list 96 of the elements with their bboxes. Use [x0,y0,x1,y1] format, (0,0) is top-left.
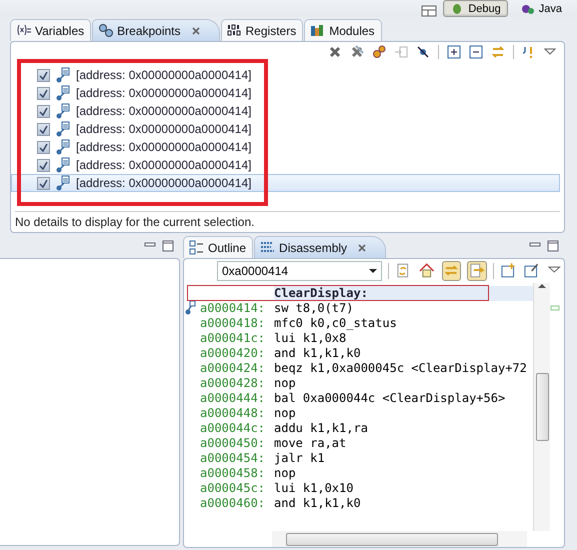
breakpoint-item[interactable]: [address: 0x00000000a0000414] [15,120,560,138]
perspective-button[interactable]: Java [514,0,569,17]
checkbox[interactable] [37,122,50,136]
perspective-button[interactable]: Debug [443,0,508,17]
disassembly-icon [260,240,276,255]
address-text: a0000420: [200,346,266,361]
breakpoint-label: [address: 0x00000000a0000414] [76,68,252,82]
maximize-icon[interactable] [547,240,559,252]
breakpoint-item[interactable]: [address: 0x00000000a0000414] [15,84,560,102]
instruction-text: nop [274,406,296,421]
view-tab[interactable]: Registers [220,19,304,41]
collapse-all-icon[interactable] [469,45,483,59]
sync-icon[interactable] [467,261,487,281]
horizontal-scrollbar[interactable] [272,531,527,547]
view-tab[interactable]: Disassembly [254,236,386,258]
pin-icon[interactable] [523,262,541,280]
checkbox[interactable] [37,68,50,82]
scroll-thumb[interactable] [286,532,498,546]
java-icon [520,3,535,15]
registers-icon [226,23,242,38]
breakpoint-label: [address: 0x00000000a0000414] [76,104,252,118]
breakpoint-label: [address: 0x00000000a0000414] [76,176,252,190]
address-text: a0000460: [200,496,266,511]
checkbox[interactable] [37,104,50,118]
skip-icon[interactable] [416,45,430,59]
scroll-up-icon[interactable] [538,283,546,289]
breakpoint-label: [address: 0x00000000a0000414] [76,122,252,136]
address-text: a0000454: [200,451,266,466]
instruction-text: move ra,at [274,436,346,451]
remove-all-icon[interactable] [350,45,364,59]
checkbox[interactable] [37,176,50,190]
view-tab[interactable]: Variables [10,19,92,41]
link-icon[interactable] [442,261,462,281]
address-breakpoint-icon [55,121,71,137]
breakpoint-label: [address: 0x00000000a0000414] [76,158,252,172]
function-label: ClearDisplay: [274,286,533,301]
address-breakpoint-icon [55,67,71,83]
checkbox[interactable] [37,158,50,172]
breakpoint-item[interactable]: [address: 0x00000000a0000414] [15,156,560,174]
address-text: a000044c: [200,421,266,436]
instruction-text: lui k1,0x8 [274,331,346,346]
breakpoint-item[interactable]: [address: 0x00000000a0000414] [15,102,560,120]
details-text: No details to display for the current selection. [14,214,256,231]
address-text: a0000418: [200,316,266,331]
home-icon[interactable] [418,262,436,280]
address-breakpoint-icon [55,139,71,155]
new-view-icon[interactable] [500,262,518,280]
instruction-text: nop [274,466,296,481]
instruction-text: beqz k1,0xa000045c <ClearDisplay+72 [274,361,527,376]
vertical-scrollbar[interactable] [533,283,550,531]
address-text: a0000448: [200,406,266,421]
address-breakpoint-icon [55,175,71,191]
expand-all-icon[interactable] [447,45,461,59]
instruction-text: jalr k1 [274,451,325,466]
checkbox[interactable] [37,140,50,154]
view-tab[interactable]: Breakpoints [92,19,220,41]
address-text: a0000424: [200,361,266,376]
address-text: a0000428: [200,376,266,391]
maximize-icon[interactable] [162,240,174,252]
instruction-text: lui k1,0x10 [274,481,354,496]
instruction-text: bal 0xa000044c <ClearDisplay+56> [274,391,506,406]
address-text: a0000444: [200,391,266,406]
address-combo[interactable]: 0xa0000414 [217,261,382,281]
instruction-text: mfc0 k0,c0_status [274,316,397,331]
close-icon[interactable] [357,242,368,252]
layout-icon[interactable] [421,5,438,17]
view-tab[interactable]: Outline [183,236,254,258]
instruction-text: sw t8,0(t7) [274,301,354,316]
breakpoint-item[interactable]: [address: 0x00000000a0000414] [15,138,560,156]
breakpoint-label: [address: 0x00000000a0000414] [76,140,252,154]
instruction-text: and k1,k1,k0 [274,496,361,511]
scroll-thumb[interactable] [536,373,548,441]
address-text: a000041c: [200,331,266,346]
instruction-text: nop [274,376,296,391]
breakpoint-item[interactable]: [address: 0x00000000a0000414] [11,174,560,192]
breakpoint-item[interactable]: [address: 0x00000000a0000414] [15,66,560,84]
dropdown-icon [369,268,377,274]
address-text: a0000450: [200,436,266,451]
overview-marker-icon [550,305,560,311]
address-text: a0000458: [200,466,266,481]
instruction-text: and k1,k1,k0 [274,346,361,361]
breakpoint-label: [address: 0x00000000a0000414] [76,86,252,100]
remove-icon[interactable] [328,45,342,59]
variables-icon [16,23,31,38]
books-icon [310,23,326,38]
breakpoints-icon [98,23,114,38]
address-text: a000045c: [200,481,266,496]
view-tab[interactable]: Modules [304,19,382,41]
address-breakpoint-icon [55,103,71,119]
checkbox[interactable] [37,86,50,100]
address-text: a0000414: [200,301,266,316]
instruction-text: addu k1,k1,ra [274,421,368,436]
address-breakpoint-icon [55,85,71,101]
outline-icon [189,240,204,255]
close-icon[interactable] [190,26,201,36]
address-breakpoint-icon [55,157,71,173]
